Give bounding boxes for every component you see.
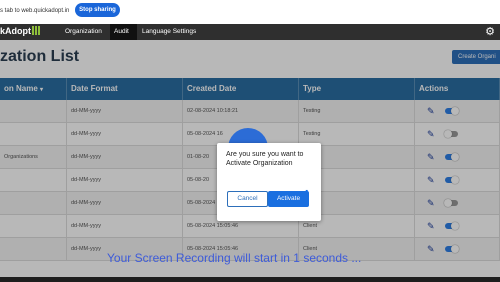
cancel-button[interactable]: Cancel: [227, 191, 268, 207]
logo-text: kAdopt: [0, 26, 31, 36]
activate-confirm-dialog: Are you sure you want to Activate Organi…: [217, 143, 321, 221]
nav-audit[interactable]: Audit: [110, 24, 137, 40]
nav-language-settings[interactable]: Language Settings: [142, 24, 212, 40]
screen-share-bar: s tab to web.quickadopt.in Stop sharing: [0, 0, 500, 24]
top-nav: kAdopt Organization Audit Language Setti…: [0, 24, 500, 40]
gear-icon[interactable]: ⚙: [485, 25, 495, 39]
bottom-taskbar-strip: [0, 277, 500, 282]
share-status-text: s tab to web.quickadopt.in: [0, 8, 70, 14]
activate-button[interactable]: Activate: [268, 191, 309, 207]
dialog-message: Are you sure you want to Activate Organi…: [226, 151, 304, 167]
logo-bars-icon: [32, 26, 41, 37]
stop-sharing-button[interactable]: Stop sharing: [75, 3, 120, 17]
app-logo[interactable]: kAdopt: [0, 26, 41, 37]
nav-organization[interactable]: Organization: [62, 24, 109, 40]
recording-countdown-message: Your Screen Recording will start in 1 se…: [107, 251, 362, 265]
